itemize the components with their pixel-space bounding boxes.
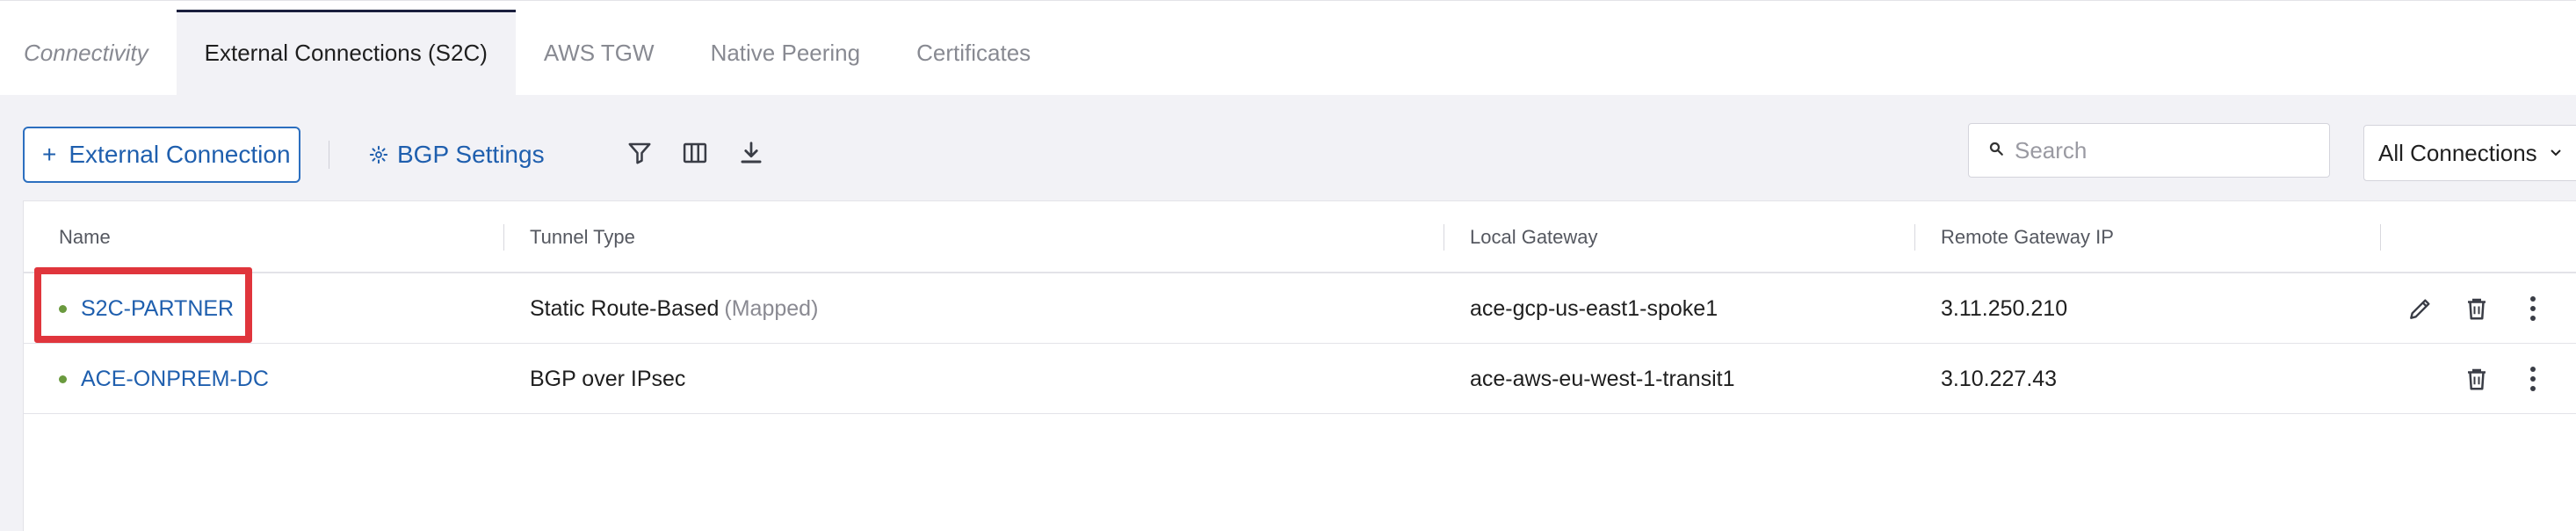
trash-icon[interactable] [2457, 344, 2496, 414]
tab-external-connections[interactable]: External Connections (S2C) [176, 10, 516, 96]
connection-name-link[interactable]: ACE-ONPREM-DC [81, 367, 269, 392]
column-resize-handle[interactable] [2380, 224, 2381, 251]
columns-icon[interactable] [679, 137, 711, 169]
search-input[interactable] [2015, 136, 2313, 164]
add-button-label: External Connection [69, 141, 291, 168]
column-header-remote-gateway-ip[interactable]: Remote Gateway IP [1941, 201, 2114, 273]
chevron-down-icon [2550, 149, 2562, 157]
status-dot [59, 375, 67, 383]
search-icon [1988, 141, 2004, 161]
name-cell: S2C-PARTNER [59, 273, 234, 344]
name-cell: ACE-ONPREM-DC [59, 344, 269, 414]
plus-icon: + [42, 141, 57, 168]
table-row: ACE-ONPREM-DC BGP over IPsec ace-aws-eu-… [24, 344, 2576, 414]
local-gateway-cell: ace-aws-eu-west-1-transit1 [1470, 366, 1735, 391]
tab-bar: Connectivity External Connections (S2C) … [0, 10, 1059, 96]
status-dot [59, 304, 67, 313]
download-icon[interactable] [735, 137, 767, 169]
tunnel-type-note: (Mapped) [724, 295, 819, 321]
tab-label: AWS TGW [543, 39, 655, 66]
tunnel-type-cell: BGP over IPsec [530, 344, 685, 414]
tab-label: Certificates [916, 39, 1031, 66]
select-value: All Connections [2378, 139, 2537, 166]
tab-native-peering[interactable]: Native Peering [683, 10, 889, 96]
column-header-tunnel-type[interactable]: Tunnel Type [530, 201, 635, 273]
column-header-name[interactable]: Name [59, 201, 111, 273]
bgp-settings-button[interactable]: BGP Settings [369, 132, 545, 178]
more-icon[interactable] [2514, 344, 2552, 414]
toolbar: + External Connection BGP Settings All C… [0, 95, 2576, 200]
connection-name-link[interactable]: S2C-PARTNER [81, 296, 234, 322]
tunnel-type: BGP over IPsec [530, 366, 686, 391]
edit-icon[interactable] [2401, 273, 2440, 344]
tab-certificates[interactable]: Certificates [888, 10, 1059, 96]
column-resize-handle[interactable] [503, 224, 504, 251]
bgp-button-label: BGP Settings [397, 141, 545, 168]
local-gateway-cell: ace-gcp-us-east1-spoke1 [1470, 295, 1719, 321]
add-external-connection-button[interactable]: + External Connection [23, 127, 300, 183]
tab-label: External Connections (S2C) [204, 39, 488, 66]
connections-table: Name Tunnel Type Local Gateway Remote Ga… [23, 200, 2576, 531]
tab-aws-tgw[interactable]: AWS TGW [516, 10, 683, 96]
search-box [1968, 123, 2330, 178]
tab-label: Connectivity [24, 39, 148, 66]
table-row: S2C-PARTNER Static Route-Based (Mapped) … [24, 273, 2576, 344]
gear-icon [369, 145, 388, 164]
tunnel-type: Static Route-Based [530, 295, 720, 321]
remote-ip-cell: 3.10.227.43 [1941, 366, 2058, 391]
remote-ip-cell: 3.11.250.210 [1941, 295, 2068, 321]
top-navigation-bar: Connectivity External Connections (S2C) … [0, 0, 2576, 96]
column-resize-handle[interactable] [1914, 224, 1915, 251]
connections-filter-select[interactable]: All Connections [2363, 125, 2576, 181]
tunnel-type-cell: Static Route-Based (Mapped) [530, 273, 818, 344]
tab-label: Native Peering [710, 39, 861, 66]
tab-connectivity[interactable]: Connectivity [0, 10, 177, 96]
filter-icon[interactable] [624, 137, 655, 169]
table-header: Name Tunnel Type Local Gateway Remote Ga… [24, 201, 2576, 273]
column-header-local-gateway[interactable]: Local Gateway [1470, 201, 1598, 273]
trash-icon[interactable] [2457, 273, 2496, 344]
more-icon[interactable] [2514, 273, 2552, 344]
